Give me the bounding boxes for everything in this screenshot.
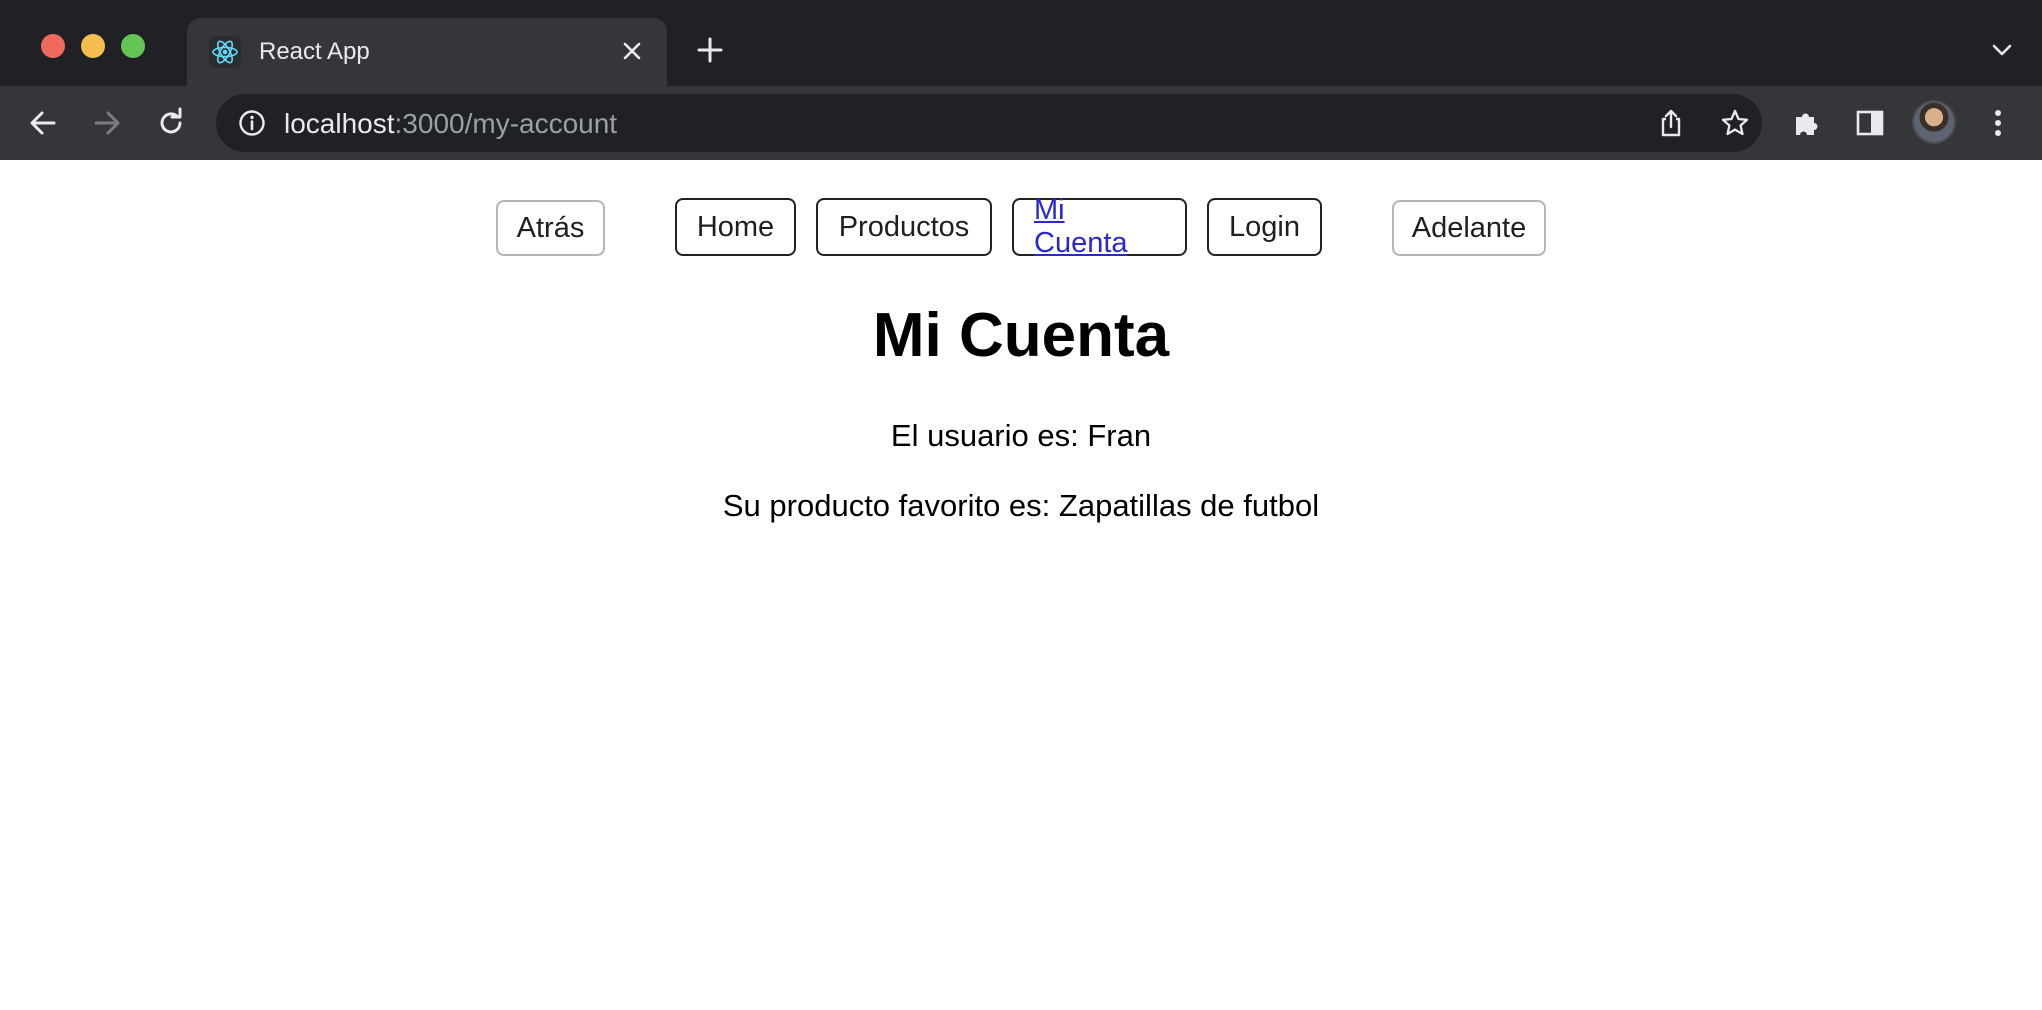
- tab-search-chevron-icon[interactable]: [1986, 34, 2018, 66]
- nav-link-label: Home: [696, 210, 775, 243]
- minimize-window-button[interactable]: [81, 34, 105, 58]
- back-button[interactable]: Atrás: [496, 200, 605, 256]
- close-tab-icon[interactable]: [615, 34, 649, 68]
- nav-link-label: Mi Cuenta: [1034, 194, 1128, 259]
- user-text: El usuario es: Fran: [890, 418, 1152, 453]
- url-host: localhost: [284, 108, 395, 139]
- back-arrow-icon[interactable]: [22, 102, 64, 144]
- browser-toolbar: localhost:3000/my-account: [0, 86, 2042, 160]
- bookmark-star-icon[interactable]: [1718, 106, 1752, 140]
- extensions-puzzle-icon[interactable]: [1788, 105, 1824, 141]
- favorite-product-text: Su producto favorito es: Zapatillas de f…: [722, 488, 1320, 523]
- nav-link-label: Productos: [838, 210, 970, 243]
- browser-chrome: React App localhost:3000/my-account: [0, 0, 2042, 160]
- maximize-window-button[interactable]: [121, 34, 145, 58]
- forward-button-label: Adelante: [1411, 211, 1527, 244]
- forward-button[interactable]: Adelante: [1392, 200, 1546, 256]
- profile-avatar[interactable]: [1912, 100, 1956, 144]
- share-icon[interactable]: [1654, 106, 1688, 140]
- url-path: :3000/my-account: [394, 108, 618, 139]
- nav-link-mi-cuenta[interactable]: Mi Cuenta: [1012, 194, 1187, 259]
- reload-icon[interactable]: [150, 102, 192, 144]
- react-logo-icon: [209, 36, 241, 68]
- new-tab-icon[interactable]: [692, 32, 728, 68]
- page-content: Atrás Home Productos Mi Cuenta Login Ade…: [0, 160, 2042, 1010]
- site-info-icon[interactable]: [236, 107, 268, 139]
- tab-strip: React App: [0, 0, 2042, 86]
- url-text[interactable]: localhost:3000/my-account: [284, 108, 617, 140]
- page-title: Mi Cuenta: [872, 301, 1170, 370]
- tab-title: React App: [259, 38, 370, 65]
- browser-menu-icon[interactable]: [1980, 105, 2016, 141]
- browser-tab-active[interactable]: React App: [187, 18, 667, 86]
- nav-link-login[interactable]: Login: [1207, 198, 1322, 256]
- nav-link-label: Login: [1229, 210, 1300, 243]
- app-nav: Atrás Home Productos Mi Cuenta Login Ade…: [0, 194, 2042, 259]
- address-bar[interactable]: localhost:3000/my-account: [216, 94, 1762, 152]
- back-button-label: Atrás: [516, 211, 585, 244]
- nav-link-home[interactable]: Home: [675, 198, 796, 256]
- forward-arrow-icon[interactable]: [86, 102, 128, 144]
- side-panel-icon[interactable]: [1852, 105, 1888, 141]
- nav-link-productos[interactable]: Productos: [816, 198, 992, 256]
- close-window-button[interactable]: [41, 34, 65, 58]
